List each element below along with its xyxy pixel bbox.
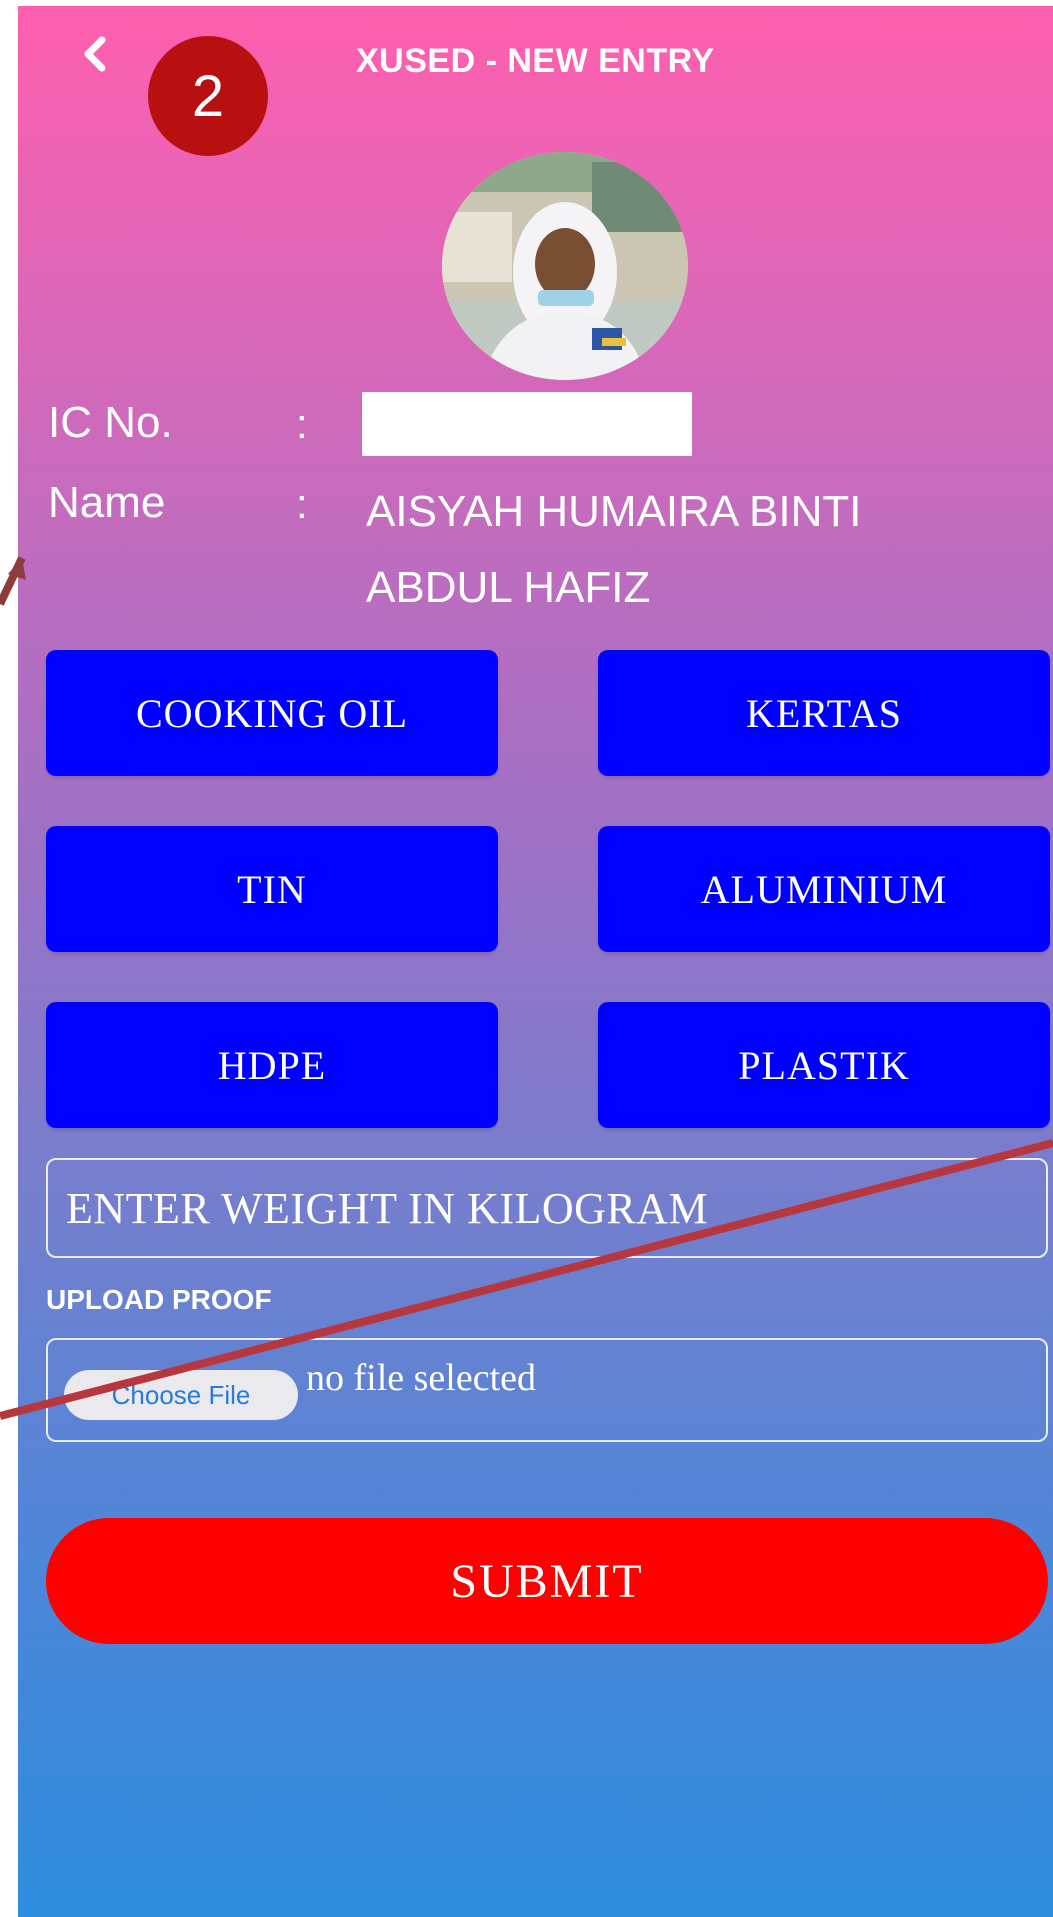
file-status-text: no file selected bbox=[306, 1357, 537, 1399]
category-button-kertas[interactable]: KERTAS bbox=[598, 650, 1050, 776]
ic-separator: : bbox=[296, 400, 308, 447]
choose-file-button[interactable]: Choose File bbox=[64, 1370, 298, 1420]
weight-input[interactable]: ENTER WEIGHT IN KILOGRAM bbox=[46, 1158, 1048, 1258]
ic-label: IC No. bbox=[48, 398, 173, 447]
category-button-cooking-oil[interactable]: COOKING OIL bbox=[46, 650, 498, 776]
category-button-hdpe[interactable]: HDPE bbox=[46, 1002, 498, 1128]
name-separator: : bbox=[296, 480, 308, 527]
student-photo bbox=[442, 152, 688, 380]
category-button-plastik[interactable]: PLASTIK bbox=[598, 1002, 1050, 1128]
back-chevron-icon[interactable] bbox=[80, 34, 110, 74]
step-badge: 2 bbox=[148, 36, 268, 156]
category-button-aluminium[interactable]: ALUMINIUM bbox=[598, 826, 1050, 952]
ic-number-value bbox=[362, 392, 692, 456]
name-label: Name bbox=[48, 478, 166, 527]
student-name: AISYAH HUMAIRA BINTI ABDUL HAFIZ bbox=[366, 487, 862, 612]
upload-proof-label: UPLOAD PROOF bbox=[46, 1284, 272, 1315]
submit-button[interactable]: SUBMIT bbox=[46, 1518, 1048, 1644]
category-button-tin[interactable]: TIN bbox=[46, 826, 498, 952]
page-title: XUSED - NEW ENTRY bbox=[356, 42, 715, 80]
